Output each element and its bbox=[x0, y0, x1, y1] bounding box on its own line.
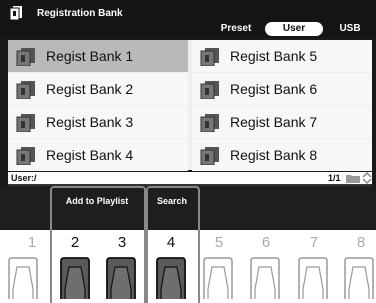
registration-bank-icon bbox=[200, 147, 219, 165]
bank-item-7[interactable]: Regist Bank 7 bbox=[192, 106, 372, 138]
button-number-3: 3 bbox=[117, 234, 127, 251]
bank-item-2[interactable]: Regist Bank 2 bbox=[8, 73, 188, 105]
registration-bank-icon bbox=[200, 48, 219, 66]
panel-button-1[interactable] bbox=[7, 257, 39, 299]
button-number-2: 2 bbox=[70, 234, 80, 251]
bank-grid: Regist Bank 1 Regist Bank 2 Regist Bank … bbox=[8, 40, 372, 171]
bank-label: Regist Bank 7 bbox=[230, 114, 318, 130]
panel-button-6[interactable] bbox=[249, 257, 281, 299]
page-title: Registration Bank bbox=[37, 8, 123, 19]
registration-bank-icon bbox=[16, 114, 35, 132]
bank-label: Regist Bank 6 bbox=[230, 81, 318, 97]
registration-bank-icon bbox=[200, 81, 219, 99]
title-bar: Registration Bank Preset User USB bbox=[0, 0, 376, 38]
button-number-7: 7 bbox=[309, 234, 319, 251]
bank-item-6[interactable]: Regist Bank 6 bbox=[192, 73, 372, 105]
current-path: User:/ bbox=[11, 173, 37, 183]
page-indicator: 1/1 bbox=[328, 173, 341, 183]
bank-label: Regist Bank 4 bbox=[46, 147, 134, 163]
bank-item-3[interactable]: Regist Bank 3 bbox=[8, 106, 188, 138]
panel-button-7[interactable] bbox=[297, 257, 329, 299]
bank-label: Regist Bank 1 bbox=[46, 48, 134, 64]
bank-label: Regist Bank 5 bbox=[230, 48, 318, 64]
bank-label: Regist Bank 3 bbox=[46, 114, 134, 130]
registration-bank-icon bbox=[16, 81, 35, 99]
button-number-4: 4 bbox=[166, 234, 176, 251]
registration-bank-icon bbox=[16, 147, 35, 165]
panel-button-8[interactable] bbox=[343, 257, 375, 299]
tab-usb[interactable]: USB bbox=[330, 22, 370, 36]
bank-item-1[interactable]: Regist Bank 1 bbox=[8, 40, 188, 72]
panel-button-2[interactable] bbox=[59, 257, 91, 299]
tab-user[interactable]: User bbox=[265, 22, 323, 36]
button-number-1: 1 bbox=[27, 234, 37, 251]
status-bar: User:/ 1/1 bbox=[8, 172, 372, 186]
registration-bank-icon bbox=[10, 6, 22, 20]
panel-button-5[interactable] bbox=[202, 257, 234, 299]
registration-bank-icon bbox=[16, 48, 35, 66]
tab-preset[interactable]: Preset bbox=[212, 22, 260, 36]
bank-item-8[interactable]: Regist Bank 8 bbox=[192, 139, 372, 171]
bank-item-4[interactable]: Regist Bank 4 bbox=[8, 139, 188, 171]
button-number-5: 5 bbox=[214, 234, 224, 251]
bank-label: Regist Bank 2 bbox=[46, 81, 134, 97]
bank-label: Regist Bank 8 bbox=[230, 147, 318, 163]
panel-button-3[interactable] bbox=[105, 257, 137, 299]
bank-item-5[interactable]: Regist Bank 5 bbox=[192, 40, 372, 72]
folder-icon[interactable] bbox=[346, 174, 360, 183]
page-arrows-icon[interactable] bbox=[362, 172, 372, 184]
button-number-8: 8 bbox=[356, 234, 366, 251]
panel-button-4[interactable] bbox=[155, 257, 187, 299]
button-number-6: 6 bbox=[261, 234, 271, 251]
registration-bank-icon bbox=[200, 114, 219, 132]
